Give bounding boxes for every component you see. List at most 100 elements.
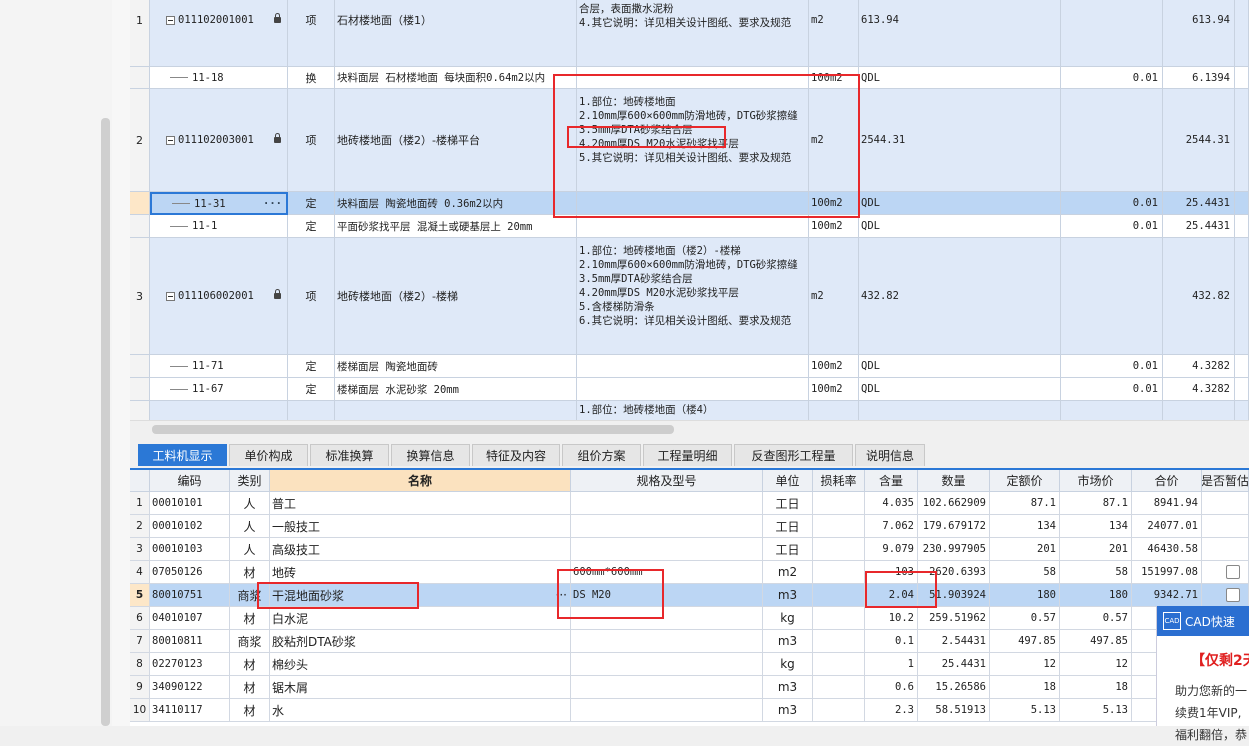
- material-unit[interactable]: kg: [763, 607, 813, 630]
- material-name[interactable]: 胶粘剂DTA砂浆: [270, 630, 571, 653]
- cell-extra[interactable]: [1235, 215, 1249, 238]
- material-loss[interactable]: [813, 607, 865, 630]
- bill-item-row[interactable]: 2 011102003001 项 地砖楼地面（楼2）-楼梯平台 1.部位：地砖楼地面 2.…: [130, 89, 1249, 192]
- tab-5[interactable]: 特征及内容: [472, 444, 560, 466]
- cell-extra[interactable]: [1235, 89, 1249, 192]
- cell-type[interactable]: 定: [288, 215, 335, 238]
- cell-code[interactable]: 011102001001: [150, 0, 288, 67]
- material-market[interactable]: 201: [1060, 538, 1132, 561]
- material-unit[interactable]: 工日: [763, 538, 813, 561]
- cell-type[interactable]: 定: [288, 355, 335, 378]
- material-market[interactable]: 87.1: [1060, 492, 1132, 515]
- cell-name[interactable]: 石材楼地面（楼1）: [335, 0, 577, 67]
- material-quota[interactable]: 18: [990, 676, 1060, 699]
- cell-unit[interactable]: m2: [809, 89, 859, 192]
- horizontal-scrollbar-thumb[interactable]: [152, 425, 674, 434]
- material-market[interactable]: 58: [1060, 561, 1132, 584]
- material-qty[interactable]: 58.51913: [918, 699, 990, 722]
- horizontal-scrollbar[interactable]: [130, 420, 1249, 439]
- material-content[interactable]: 2.3: [865, 699, 918, 722]
- cell-name[interactable]: 地砖楼地面（楼2）-楼梯平台: [335, 89, 577, 192]
- material-code[interactable]: 00010103: [150, 538, 230, 561]
- material-unit[interactable]: 工日: [763, 492, 813, 515]
- cell-content[interactable]: [1061, 401, 1163, 420]
- header-total[interactable]: 合价: [1132, 470, 1202, 492]
- material-quota[interactable]: 58: [990, 561, 1060, 584]
- bill-item-row[interactable]: 1.部位：地砖楼地面（楼4）: [130, 401, 1249, 420]
- material-unit[interactable]: kg: [763, 653, 813, 676]
- cell-name[interactable]: 块料面层 陶瓷地面砖 0.36m2以内: [335, 192, 577, 215]
- cell-qty[interactable]: 6.1394: [1163, 67, 1235, 89]
- cell-expr[interactable]: QDL: [859, 192, 1061, 215]
- material-market[interactable]: 5.13: [1060, 699, 1132, 722]
- material-cat[interactable]: 商浆: [230, 630, 270, 653]
- material-row[interactable]: 8 02270123 材 棉纱头 kg 1 25.4431 12 12: [130, 653, 1249, 676]
- cell-features[interactable]: [577, 355, 809, 378]
- material-cat[interactable]: 材: [230, 653, 270, 676]
- ellipsis-button[interactable]: ···: [263, 198, 282, 210]
- ad-title-bar[interactable]: CAD CAD快速: [1157, 606, 1249, 636]
- material-loss[interactable]: [813, 584, 865, 607]
- material-quota[interactable]: 87.1: [990, 492, 1060, 515]
- material-unit[interactable]: 工日: [763, 515, 813, 538]
- cell-expr[interactable]: QDL: [859, 355, 1061, 378]
- cell-expr[interactable]: QDL: [859, 67, 1061, 89]
- material-market[interactable]: 0.57: [1060, 607, 1132, 630]
- material-loss[interactable]: [813, 676, 865, 699]
- cell-expr[interactable]: [859, 401, 1061, 420]
- material-qty[interactable]: 259.51962: [918, 607, 990, 630]
- sub-item-row[interactable]: 11-71 定 楼梯面层 陶瓷地面砖 100m2 QDL 0.01 4.3282: [130, 355, 1249, 378]
- material-content[interactable]: 7.062: [865, 515, 918, 538]
- material-cat[interactable]: 材: [230, 676, 270, 699]
- cell-type[interactable]: 项: [288, 89, 335, 192]
- material-qty[interactable]: 179.679172: [918, 515, 990, 538]
- cell-content[interactable]: 0.01: [1061, 192, 1163, 215]
- material-qty[interactable]: 102.662909: [918, 492, 990, 515]
- collapse-toggle-icon[interactable]: [166, 291, 175, 301]
- ellipsis-button[interactable]: ···: [556, 588, 567, 602]
- material-cat[interactable]: 人: [230, 492, 270, 515]
- cell-name[interactable]: 块料面层 石材楼地面 每块面积0.64m2以内: [335, 67, 577, 89]
- header-cat[interactable]: 类别: [230, 470, 270, 492]
- material-code[interactable]: 07050126: [150, 561, 230, 584]
- material-name[interactable]: 高级技工: [270, 538, 571, 561]
- cell-type[interactable]: [288, 401, 335, 420]
- material-row[interactable]: 9 34090122 材 锯木屑 m3 0.6 15.26586 18 18: [130, 676, 1249, 699]
- material-cb[interactable]: [1202, 515, 1249, 538]
- material-code[interactable]: 00010101: [150, 492, 230, 515]
- cell-qty[interactable]: 432.82: [1163, 238, 1235, 355]
- material-quota[interactable]: 5.13: [990, 699, 1060, 722]
- cell-features[interactable]: [577, 215, 809, 238]
- material-loss[interactable]: [813, 561, 865, 584]
- material-spec[interactable]: DS M20: [571, 584, 763, 607]
- cell-qty[interactable]: 4.3282: [1163, 355, 1235, 378]
- material-name[interactable]: 锯木屑: [270, 676, 571, 699]
- cell-extra[interactable]: [1235, 401, 1249, 420]
- cell-expr[interactable]: 613.94: [859, 0, 1061, 67]
- material-row[interactable]: 6 04010107 材 白水泥 kg 10.2 259.51962 0.57 0.57: [130, 607, 1249, 630]
- cell-extra[interactable]: [1235, 192, 1249, 215]
- material-quota[interactable]: 0.57: [990, 607, 1060, 630]
- material-row[interactable]: 7 80010811 商浆 胶粘剂DTA砂浆 m3 0.1 2.54431 497.85 497…: [130, 630, 1249, 653]
- cell-extra[interactable]: [1235, 67, 1249, 89]
- cell-qty[interactable]: 25.4431: [1163, 215, 1235, 238]
- provisional-checkbox[interactable]: [1226, 588, 1240, 602]
- provisional-checkbox[interactable]: [1226, 565, 1240, 579]
- material-content[interactable]: 0.1: [865, 630, 918, 653]
- cell-name[interactable]: 楼梯面层 陶瓷地面砖: [335, 355, 577, 378]
- material-spec[interactable]: [571, 515, 763, 538]
- cell-code[interactable]: 11-67: [150, 378, 288, 401]
- material-quota[interactable]: 201: [990, 538, 1060, 561]
- material-cat[interactable]: 材: [230, 561, 270, 584]
- cell-extra[interactable]: [1235, 238, 1249, 355]
- cell-code[interactable]: 11-18: [150, 67, 288, 89]
- material-market[interactable]: 497.85: [1060, 630, 1132, 653]
- cell-content[interactable]: 0.01: [1061, 215, 1163, 238]
- cell-content[interactable]: 0.01: [1061, 67, 1163, 89]
- material-qty[interactable]: 2620.6393: [918, 561, 990, 584]
- material-total[interactable]: 9342.71: [1132, 584, 1202, 607]
- material-row[interactable]: 2 00010102 人 一般技工 工日 7.062 179.679172 134 134 240…: [130, 515, 1249, 538]
- material-name[interactable]: 普工: [270, 492, 571, 515]
- material-unit[interactable]: m3: [763, 699, 813, 722]
- tab-2[interactable]: 单价构成: [229, 444, 308, 466]
